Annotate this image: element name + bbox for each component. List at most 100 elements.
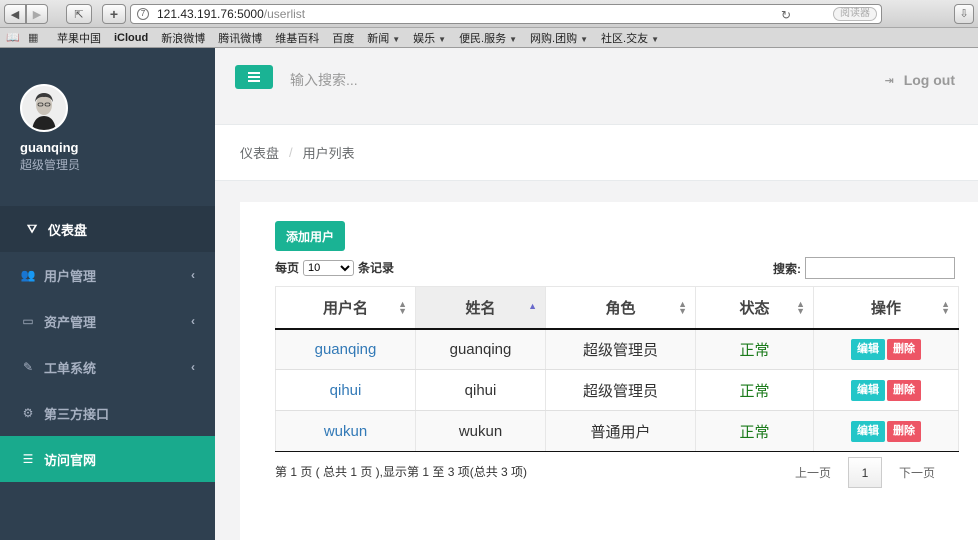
status-text: 正常 [739, 423, 770, 441]
delete-button[interactable]: 删除 [887, 420, 921, 442]
sidebar-item-label: 资产管理 [44, 314, 97, 330]
username-link[interactable]: qihui [330, 382, 362, 399]
reload-icon[interactable]: ↻ [781, 8, 791, 22]
bookmark-menu[interactable]: 网购.团购 ▼ [530, 30, 588, 46]
role-cell: 超级管理员 [545, 328, 696, 370]
username-cell: wukun [275, 410, 416, 452]
table-info: 第 1 页 ( 总共 1 页 ),显示第 1 至 3 项(总共 3 项) [275, 465, 528, 479]
bookmark-item[interactable]: 新浪微博 [161, 30, 205, 46]
sidebar-item-dashboard[interactable]: ⛛ 仪表盘 [0, 206, 215, 252]
column-header-name[interactable]: 姓名 ▲ [415, 286, 546, 330]
sidebar-item-website[interactable]: ☰ 访问官网 [0, 436, 215, 482]
edit-button[interactable]: 编辑 [851, 379, 885, 401]
bookmarks-bar: 📖 ▦ 苹果中国 iCloud 新浪微博 腾讯微博 维基百科 百度 新闻 ▼ 娱乐… [0, 28, 978, 48]
grid-icon[interactable]: ▦ [28, 31, 44, 44]
caret-down-icon: ▼ [438, 34, 447, 44]
role-cell: 普通用户 [545, 410, 696, 452]
logout-link[interactable]: ⇥ Log out [884, 72, 955, 88]
menu-toggle-button[interactable] [235, 65, 273, 89]
avatar[interactable] [20, 84, 68, 132]
username-cell: guanqing [275, 328, 416, 370]
bookmark-menu[interactable]: 娱乐 ▼ [413, 30, 446, 46]
profile-name[interactable]: guanqing [20, 140, 79, 155]
logout-label: Log out [903, 72, 955, 88]
database-icon: ☰ [22, 452, 34, 466]
url-bar[interactable]: 7 121.43.191.76:5000/userlist ↻ 阅读器 [130, 4, 882, 24]
browser-toolbar: ◀ ▶ ⇱ + 7 121.43.191.76:5000/userlist ↻ … [0, 0, 978, 28]
add-user-button[interactable]: 添加用户 [275, 221, 345, 251]
back-button[interactable]: ◀ [4, 4, 26, 24]
actions-cell: 编辑 删除 [813, 328, 959, 370]
bookmark-menu[interactable]: 便民.服务 ▼ [459, 30, 517, 46]
chevron-left-icon: ‹ [191, 360, 195, 374]
new-tab-button[interactable]: + [102, 4, 126, 24]
table-search-input[interactable] [805, 257, 955, 279]
content-panel: 添加用户 每页 10 条记录 搜索: 用户名 ▲ ▼ 姓名 ▲ 角色 ▲ ▼ 状态 ▲ ▼ 操… [240, 202, 978, 540]
bookmark-item[interactable]: 腾讯微博 [218, 30, 262, 46]
sort-icon: ▲ ▼ [398, 299, 407, 316]
breadcrumb: 仪表盘 / 用户列表 [215, 125, 978, 181]
download-button[interactable]: ⇩ [954, 4, 974, 24]
next-page-button[interactable]: 下一页 [899, 464, 935, 481]
status-cell: 正常 [695, 369, 814, 411]
bookmark-item[interactable]: 百度 [332, 30, 354, 46]
sidebar-item-users[interactable]: 👥 用户管理 ‹ [0, 252, 215, 298]
bars-icon [248, 72, 260, 74]
table-search-label: 搜索: [773, 261, 801, 276]
username-link[interactable]: guanqing [315, 341, 377, 358]
breadcrumb-item-dashboard[interactable]: 仪表盘 [240, 143, 279, 162]
caret-down-icon: ▼ [651, 34, 660, 44]
url-host: 121.43.191.76:5000 [157, 7, 264, 21]
status-cell: 正常 [695, 410, 814, 452]
bookmark-menu[interactable]: 社区.交友 ▼ [601, 30, 659, 46]
forward-button[interactable]: ▶ [26, 4, 48, 24]
search-input[interactable] [281, 68, 601, 92]
bookmark-menu-label: 便民.服务 [459, 32, 507, 45]
column-header-label: 操作 [870, 299, 901, 317]
sign-out-icon: ⇥ [884, 74, 894, 87]
user-table: 用户名 ▲ ▼ 姓名 ▲ 角色 ▲ ▼ 状态 ▲ ▼ 操作 ▲ ▼ guanqing guanqi… [275, 286, 959, 452]
sidebar-item-label: 访问官网 [44, 452, 97, 468]
reader-button[interactable]: 阅读器 [833, 7, 877, 21]
edit-button[interactable]: 编辑 [851, 420, 885, 442]
prev-page-button[interactable]: 上一页 [795, 464, 831, 481]
status-text: 正常 [739, 382, 770, 400]
delete-button[interactable]: 删除 [887, 379, 921, 401]
pagination: 上一页 1 下一页 [795, 457, 935, 488]
bookmark-menu-label: 新闻 [367, 32, 390, 45]
sort-icon: ▲ ▼ [941, 299, 950, 316]
table-row: guanqing guanqing 超级管理员 正常 编辑 删除 [275, 328, 959, 370]
column-header-actions[interactable]: 操作 ▲ ▼ [813, 286, 959, 330]
status-text: 正常 [739, 341, 770, 359]
actions-cell: 编辑 删除 [813, 369, 959, 411]
caret-down-icon: ▼ [509, 34, 518, 44]
bookmark-item[interactable]: iCloud [114, 32, 148, 44]
sidebar-item-assets[interactable]: ▭ 资产管理 ‹ [0, 298, 215, 344]
sidebar-item-tickets[interactable]: ✎ 工单系统 ‹ [0, 344, 215, 390]
page-number-button[interactable]: 1 [848, 457, 883, 488]
sidebar-item-label: 仪表盘 [48, 222, 88, 238]
column-header-username[interactable]: 用户名 ▲ ▼ [275, 286, 416, 330]
bars-icon-line [248, 76, 260, 78]
bookmark-item[interactable]: 苹果中国 [57, 30, 101, 46]
sidebar-item-api[interactable]: ⚙ 第三方接口 [0, 390, 215, 436]
name-cell: wukun [415, 410, 546, 452]
page-length-select[interactable]: 10 [303, 259, 355, 276]
profile-role: 超级管理员 [20, 158, 81, 172]
bars-icon-line [248, 80, 260, 82]
bookmark-menu-label: 社区.交友 [601, 32, 649, 45]
username-link[interactable]: wukun [324, 423, 367, 440]
column-header-role[interactable]: 角色 ▲ ▼ [545, 286, 696, 330]
top-navbar: ⇥ Log out [215, 48, 978, 125]
bookmark-item[interactable]: 维基百科 [275, 30, 319, 46]
edit-button[interactable]: 编辑 [851, 338, 885, 360]
inbox-icon: ▭ [22, 314, 34, 328]
caret-down-icon: ▼ [392, 34, 401, 44]
delete-button[interactable]: 删除 [887, 338, 921, 360]
book-icon[interactable]: 📖 [6, 31, 22, 44]
table-row: wukun wukun 普通用户 正常 编辑 删除 [275, 410, 959, 452]
sort-icon: ▲ ▼ [796, 299, 805, 316]
bookmark-menu[interactable]: 新闻 ▼ [367, 30, 400, 46]
column-header-status[interactable]: 状态 ▲ ▼ [695, 286, 814, 330]
share-button[interactable]: ⇱ [66, 4, 92, 24]
